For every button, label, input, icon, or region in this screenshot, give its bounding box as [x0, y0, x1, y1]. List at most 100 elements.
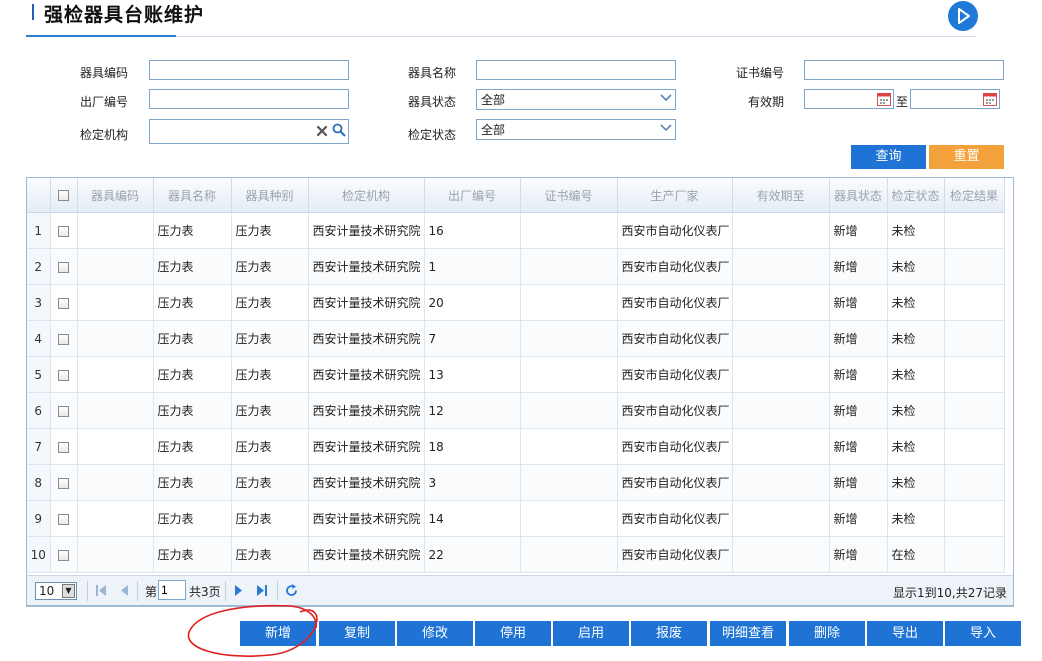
table-row[interactable]: 10 压力表 压力表 西安计量技术研究院 22 西安市自动化仪表厂 新增 在检 [27, 536, 1005, 573]
scrap-button[interactable]: 报废 [631, 621, 707, 646]
total-pages-label: 共3页 [189, 585, 221, 599]
cell-name: 压力表 [153, 320, 232, 357]
export-button[interactable]: 导出 [867, 621, 943, 646]
status-select[interactable]: 全部 [476, 89, 676, 110]
col-header[interactable]: 有效期至 [732, 178, 830, 213]
query-button[interactable]: 查询 [851, 145, 926, 169]
row-checkbox[interactable] [50, 212, 78, 249]
cell-result [944, 248, 1005, 285]
cell-name: 压力表 [153, 536, 232, 573]
col-header[interactable]: 检定机构 [308, 178, 425, 213]
factory-no-input[interactable] [149, 89, 349, 109]
cell-result [944, 428, 1005, 465]
cell-maker: 西安市自动化仪表厂 [617, 392, 733, 429]
col-header[interactable]: 证书编号 [520, 178, 618, 213]
data-grid: 器具编码 器具名称 器具种别 检定机构 出厂编号 证书编号 生产厂家 有效期至 … [26, 177, 1014, 607]
cell-code [77, 500, 154, 537]
cell-valid [732, 428, 830, 465]
row-checkbox[interactable] [50, 500, 78, 537]
table-row[interactable]: 1 压力表 压力表 西安计量技术研究院 16 西安市自动化仪表厂 新增 未检 [27, 212, 1005, 249]
table-row[interactable]: 7 压力表 压力表 西安计量技术研究院 18 西安市自动化仪表厂 新增 未检 [27, 428, 1005, 465]
page-prefix-label: 第 [145, 585, 158, 599]
col-header[interactable]: 器具种别 [231, 178, 309, 213]
calendar-icon[interactable] [877, 92, 891, 106]
disable-button[interactable]: 停用 [475, 621, 551, 646]
detail-view-button[interactable]: 明细查看 [710, 621, 786, 646]
cell-factory-no: 14 [424, 500, 521, 537]
cell-valid [732, 392, 830, 429]
cell-name: 压力表 [153, 500, 232, 537]
col-header[interactable]: 检定结果 [944, 178, 1005, 213]
cell-name: 压力表 [153, 356, 232, 393]
search-icon[interactable] [332, 123, 346, 137]
table-row[interactable]: 4 压力表 压力表 西安计量技术研究院 7 西安市自动化仪表厂 新增 未检 [27, 320, 1005, 357]
first-page-icon[interactable] [96, 585, 106, 599]
col-header[interactable]: 器具名称 [153, 178, 232, 213]
verify-status-select[interactable]: 全部 [476, 119, 676, 140]
enable-button[interactable]: 启用 [553, 621, 629, 646]
code-input[interactable] [149, 60, 349, 80]
name-input[interactable] [476, 60, 676, 80]
next-page-icon[interactable] [235, 585, 243, 599]
row-checkbox[interactable] [50, 356, 78, 393]
row-checkbox[interactable] [50, 320, 78, 357]
table-row[interactable]: 5 压力表 压力表 西安计量技术研究院 13 西安市自动化仪表厂 新增 未检 [27, 356, 1005, 393]
copy-button[interactable]: 复制 [319, 621, 395, 646]
cell-status: 新增 [829, 284, 888, 321]
reset-button[interactable]: 重置 [929, 145, 1004, 169]
cell-factory-no: 13 [424, 356, 521, 393]
col-header[interactable]: 器具状态 [829, 178, 888, 213]
cell-cert [520, 212, 618, 249]
col-header[interactable]: 器具编码 [77, 178, 154, 213]
select-all-checkbox[interactable] [50, 178, 78, 213]
last-page-icon[interactable] [257, 585, 267, 599]
row-number: 6 [27, 392, 51, 429]
clear-icon[interactable] [316, 125, 328, 137]
prev-page-icon[interactable] [120, 585, 128, 599]
cell-factory-no: 18 [424, 428, 521, 465]
import-button[interactable]: 导入 [945, 621, 1021, 646]
delete-button[interactable]: 删除 [789, 621, 865, 646]
cell-maker: 西安市自动化仪表厂 [617, 464, 733, 501]
page-number-input[interactable] [158, 580, 186, 600]
page-size-select[interactable]: 10 ▼ [35, 582, 77, 600]
row-checkbox[interactable] [50, 464, 78, 501]
row-checkbox[interactable] [50, 248, 78, 285]
cell-org: 西安计量技术研究院 [308, 248, 425, 285]
cell-kind: 压力表 [231, 536, 309, 573]
calendar-icon[interactable] [983, 92, 997, 106]
cell-kind: 压力表 [231, 428, 309, 465]
row-checkbox[interactable] [50, 284, 78, 321]
row-checkbox[interactable] [50, 536, 78, 573]
cert-input[interactable] [804, 60, 1004, 80]
edit-button[interactable]: 修改 [397, 621, 473, 646]
cell-cert [520, 284, 618, 321]
table-row[interactable]: 2 压力表 压力表 西安计量技术研究院 1 西安市自动化仪表厂 新增 未检 [27, 248, 1005, 285]
cell-factory-no: 22 [424, 536, 521, 573]
play-circle-icon[interactable] [948, 1, 978, 31]
cell-kind: 压力表 [231, 356, 309, 393]
chevron-down-icon[interactable] [659, 122, 673, 137]
row-checkbox[interactable] [50, 428, 78, 465]
col-header[interactable]: 生产厂家 [617, 178, 733, 213]
row-number: 7 [27, 428, 51, 465]
table-row[interactable]: 6 压力表 压力表 西安计量技术研究院 12 西安市自动化仪表厂 新增 未检 [27, 392, 1005, 429]
col-header[interactable]: 检定状态 [887, 178, 945, 213]
refresh-icon[interactable] [285, 584, 298, 600]
cell-kind: 压力表 [231, 248, 309, 285]
dropdown-arrow-icon[interactable]: ▼ [62, 584, 75, 598]
row-checkbox[interactable] [50, 392, 78, 429]
cell-valid [732, 212, 830, 249]
add-button[interactable]: 新增 [240, 621, 316, 646]
col-header[interactable]: 出厂编号 [424, 178, 521, 213]
cell-result [944, 392, 1005, 429]
pagination-bar: 10 ▼ 第 共3页 显示1到10,共27记录 [26, 575, 1014, 606]
table-row[interactable]: 8 压力表 压力表 西安计量技术研究院 3 西安市自动化仪表厂 新增 未检 [27, 464, 1005, 501]
cell-cert [520, 392, 618, 429]
chevron-down-icon[interactable] [659, 92, 673, 107]
cell-name: 压力表 [153, 284, 232, 321]
table-row[interactable]: 3 压力表 压力表 西安计量技术研究院 20 西安市自动化仪表厂 新增 未检 [27, 284, 1005, 321]
title-underline [26, 35, 176, 37]
table-row[interactable]: 9 压力表 压力表 西安计量技术研究院 14 西安市自动化仪表厂 新增 未检 [27, 500, 1005, 537]
cell-cert [520, 356, 618, 393]
